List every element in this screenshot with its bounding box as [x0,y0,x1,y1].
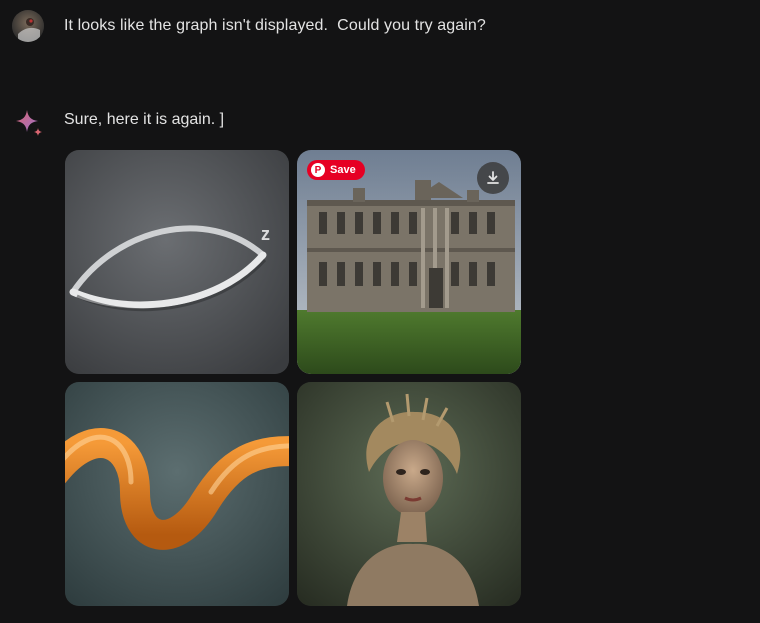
pinterest-icon: P [311,163,325,177]
user-message-text: It looks like the graph isn't displayed.… [64,17,486,34]
download-button[interactable] [477,162,509,194]
generated-image-lens-shape[interactable]: z [65,150,289,374]
svg-text:z: z [261,224,270,244]
assistant-reply-text: Sure, here it is again. ] [64,111,225,128]
save-label: Save [330,164,356,176]
gemini-sparkle-icon [14,108,44,138]
generated-image-mansion[interactable]: P Save [297,150,521,374]
download-icon [487,171,499,184]
generated-image-portrait[interactable] [297,382,521,606]
pinterest-save-button[interactable]: P Save [307,160,365,180]
user-avatar [12,10,44,42]
generated-image-orange-wave[interactable] [65,382,289,606]
